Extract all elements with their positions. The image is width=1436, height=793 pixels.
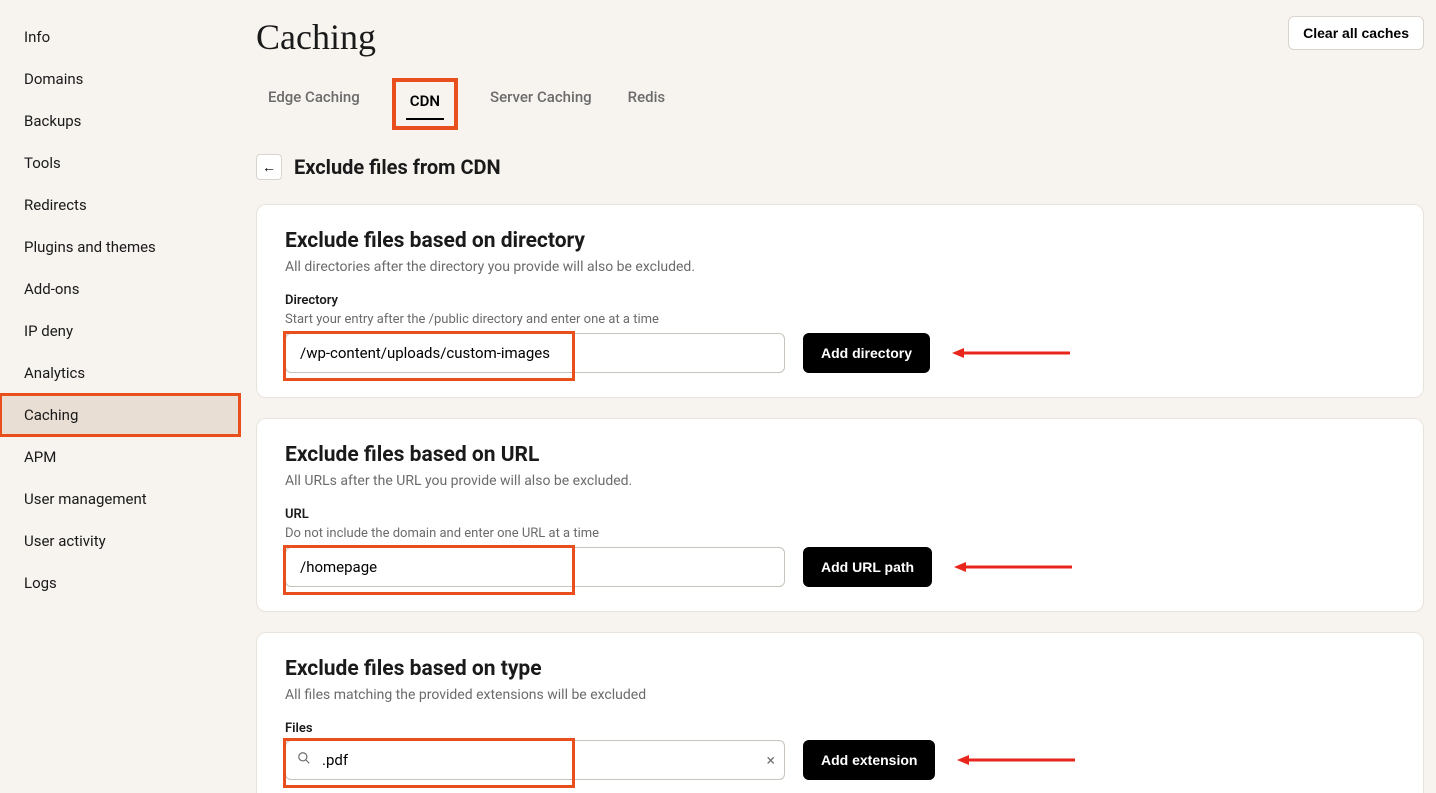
exclude-directory-card: Exclude files based on directory All dir… bbox=[256, 204, 1424, 398]
sidebar-item-logs[interactable]: Logs bbox=[0, 562, 240, 604]
url-input[interactable] bbox=[285, 547, 785, 587]
section-heading: Exclude files from CDN bbox=[294, 155, 501, 179]
tab-edge-caching[interactable]: Edge Caching bbox=[264, 82, 364, 130]
sidebar-item-redirects[interactable]: Redirects bbox=[0, 184, 240, 226]
main-content: Caching Clear all caches Edge Caching CDN… bbox=[240, 0, 1436, 793]
tab-server-caching[interactable]: Server Caching bbox=[486, 82, 596, 130]
sidebar-item-caching[interactable]: Caching bbox=[0, 394, 240, 436]
exclude-type-card: Exclude files based on type All files ma… bbox=[256, 632, 1424, 793]
arrow-left-icon: ← bbox=[262, 159, 276, 175]
card-description: All URLs after the URL you provide will … bbox=[285, 473, 1395, 489]
sidebar-item-apm[interactable]: APM bbox=[0, 436, 240, 478]
directory-input[interactable] bbox=[285, 333, 785, 373]
sidebar-item-add-ons[interactable]: Add-ons bbox=[0, 268, 240, 310]
card-heading: Exclude files based on type bbox=[285, 657, 1395, 681]
card-heading: Exclude files based on URL bbox=[285, 443, 1395, 467]
files-field-label: Files bbox=[285, 721, 1395, 736]
page-title: Caching bbox=[256, 16, 376, 58]
sidebar-item-backups[interactable]: Backups bbox=[0, 100, 240, 142]
add-url-path-button[interactable]: Add URL path bbox=[803, 547, 932, 587]
card-heading: Exclude files based on directory bbox=[285, 229, 1395, 253]
sidebar-item-user-activity[interactable]: User activity bbox=[0, 520, 240, 562]
directory-field-label: Directory bbox=[285, 293, 1395, 308]
sidebar: InfoDomainsBackupsToolsRedirectsPlugins … bbox=[0, 0, 240, 793]
sidebar-item-info[interactable]: Info bbox=[0, 16, 240, 58]
tab-redis[interactable]: Redis bbox=[624, 82, 669, 130]
back-button[interactable]: ← bbox=[256, 154, 282, 180]
sidebar-item-analytics[interactable]: Analytics bbox=[0, 352, 240, 394]
clear-all-caches-button[interactable]: Clear all caches bbox=[1288, 16, 1424, 50]
sidebar-item-ip-deny[interactable]: IP deny bbox=[0, 310, 240, 352]
annotation-arrow-icon bbox=[954, 561, 1074, 573]
exclude-url-card: Exclude files based on URL All URLs afte… bbox=[256, 418, 1424, 612]
sidebar-item-user-management[interactable]: User management bbox=[0, 478, 240, 520]
sidebar-item-tools[interactable]: Tools bbox=[0, 142, 240, 184]
url-field-hint: Do not include the domain and enter one … bbox=[285, 526, 1395, 541]
sidebar-item-domains[interactable]: Domains bbox=[0, 58, 240, 100]
card-description: All files matching the provided extensio… bbox=[285, 687, 1395, 703]
clear-input-icon[interactable]: × bbox=[766, 751, 775, 770]
annotation-arrow-icon bbox=[952, 347, 1072, 359]
add-extension-button[interactable]: Add extension bbox=[803, 740, 935, 780]
url-field-label: URL bbox=[285, 507, 1395, 522]
annotation-arrow-icon bbox=[957, 754, 1077, 766]
card-description: All directories after the directory you … bbox=[285, 259, 1395, 275]
add-directory-button[interactable]: Add directory bbox=[803, 333, 930, 373]
tabs: Edge Caching CDN Server Caching Redis bbox=[256, 82, 1424, 130]
tab-cdn[interactable]: CDN bbox=[406, 86, 444, 120]
sidebar-item-plugins-and-themes[interactable]: Plugins and themes bbox=[0, 226, 240, 268]
files-input[interactable] bbox=[285, 740, 785, 780]
directory-field-hint: Start your entry after the /public direc… bbox=[285, 312, 1395, 327]
